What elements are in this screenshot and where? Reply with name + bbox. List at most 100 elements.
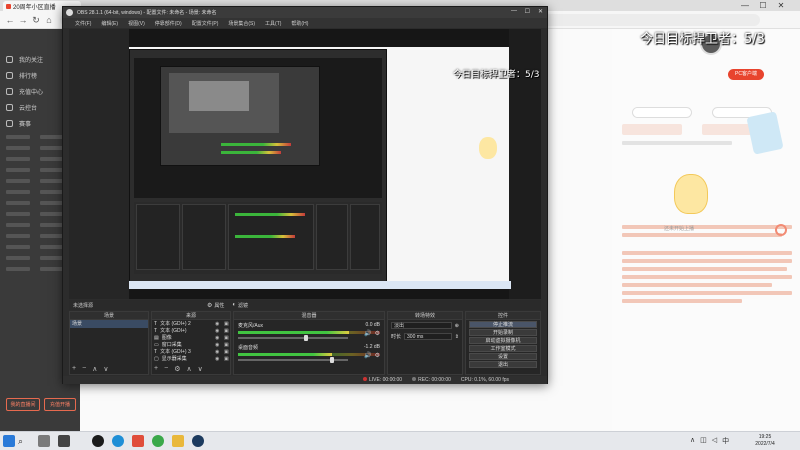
- my-room-button[interactable]: 我的直播间: [6, 398, 40, 411]
- menu-edit[interactable]: 编辑(E): [101, 20, 118, 27]
- eye-icon[interactable]: ◉: [215, 356, 221, 362]
- folder-icon[interactable]: [172, 435, 184, 447]
- mascot-label: 还未开始上播: [664, 226, 695, 232]
- search-icon[interactable]: ⌕: [18, 436, 28, 446]
- studio-mode-button[interactable]: 工作室模式: [469, 345, 537, 352]
- source-item[interactable]: ▤ 图像 ◉ ▣: [152, 334, 230, 342]
- source-item[interactable]: T 文本 (GDI+) 2 ◉ ▣: [152, 320, 230, 328]
- ime-icon[interactable]: 中: [722, 436, 729, 446]
- virtual-camera-button[interactable]: 启动虚拟摄像机: [469, 337, 537, 344]
- nested-preview-3: [189, 81, 249, 111]
- preview-taskbar: [129, 281, 511, 289]
- gear-icon[interactable]: ⚙: [375, 330, 380, 337]
- obs-preview-canvas[interactable]: 今日目标捍卫者：5/3: [69, 29, 541, 299]
- obs-taskbar-icon[interactable]: [92, 435, 104, 447]
- volume-slider[interactable]: [238, 357, 348, 363]
- mixer-dock-title: 混音器: [234, 312, 384, 320]
- text-source-icon: T: [154, 320, 158, 327]
- wechat-icon[interactable]: [152, 435, 164, 447]
- obs-close-button[interactable]: ✕: [538, 8, 543, 15]
- eye-icon[interactable]: ◉: [215, 342, 221, 348]
- source-item[interactable]: T 文本 (GDI+) 3 ◉ ▣: [152, 348, 230, 356]
- app-icon[interactable]: [132, 435, 144, 447]
- obs-minimize-button[interactable]: —: [511, 8, 517, 14]
- text-line: [622, 291, 792, 295]
- filters-button[interactable]: ◐ 滤镜: [232, 302, 248, 309]
- add-scene-icon[interactable]: +: [72, 365, 76, 373]
- pc-client-badge[interactable]: PC客户端: [728, 69, 764, 80]
- menu-tools[interactable]: 工具(T): [265, 20, 281, 27]
- lock-icon[interactable]: ▣: [224, 335, 230, 341]
- lock-icon[interactable]: ▣: [224, 356, 230, 362]
- volume-knob[interactable]: [304, 335, 309, 341]
- obs-menubar: 文件(F) 编辑(E) 视图(V) 停靠部件(D) 配置文件(P) 场景集合(S…: [63, 18, 547, 28]
- menu-help[interactable]: 帮助(H): [291, 20, 308, 27]
- menu-docks[interactable]: 停靠部件(D): [155, 20, 182, 27]
- source-item[interactable]: ▢ 显示器采集 ◉ ▣: [152, 355, 230, 363]
- settings-button[interactable]: 设置: [469, 353, 537, 360]
- menu-file[interactable]: 文件(F): [75, 20, 91, 27]
- source-settings-icon[interactable]: ⚙: [174, 365, 180, 373]
- windows-start-icon[interactable]: [3, 435, 15, 447]
- move-up-icon[interactable]: ∧: [186, 365, 191, 373]
- eye-icon[interactable]: ◉: [215, 349, 221, 355]
- move-down-icon[interactable]: ∨: [198, 365, 203, 373]
- obs-maximize-button[interactable]: ☐: [525, 8, 530, 15]
- eye-icon[interactable]: ◉: [215, 328, 221, 334]
- site-tab[interactable]: [622, 124, 682, 135]
- volume-knob[interactable]: [329, 357, 334, 363]
- eye-icon[interactable]: ◉: [215, 335, 221, 341]
- feature-pill[interactable]: [632, 107, 692, 118]
- volume-slider[interactable]: [238, 335, 348, 341]
- back-icon[interactable]: ←: [4, 14, 16, 26]
- gear-icon: ⚙: [207, 302, 213, 309]
- add-transition-icon[interactable]: ⊕: [455, 323, 459, 329]
- text-line: [622, 299, 742, 303]
- volume-icon[interactable]: ◁: [712, 436, 717, 446]
- source-item[interactable]: ▭ 窗口采集 ◉ ▣: [152, 341, 230, 349]
- refresh-icon[interactable]: ↻: [30, 14, 42, 26]
- remove-source-icon[interactable]: −: [164, 365, 168, 373]
- stop-streaming-button[interactable]: 停止推流: [469, 321, 537, 328]
- home-icon[interactable]: ⌂: [43, 14, 55, 26]
- steam-icon[interactable]: [192, 435, 204, 447]
- menu-profile[interactable]: 配置文件(P): [192, 20, 219, 27]
- start-recording-button[interactable]: 开始录制: [469, 329, 537, 336]
- lock-icon[interactable]: ▣: [224, 321, 230, 327]
- stepper-icon[interactable]: ⇕: [455, 334, 459, 340]
- duration-field[interactable]: 300 ms: [404, 333, 452, 340]
- scene-item[interactable]: 场景: [70, 320, 148, 328]
- source-item[interactable]: T 文本 (GDI+) ◉ ▣: [152, 327, 230, 335]
- gear-icon[interactable]: ⚙: [375, 352, 380, 359]
- task-view-icon[interactable]: [38, 435, 50, 447]
- browser-close-button[interactable]: ✕: [774, 1, 788, 10]
- exit-button[interactable]: 退出: [469, 361, 537, 368]
- lock-icon[interactable]: ▣: [224, 328, 230, 334]
- network-icon[interactable]: ◫: [700, 436, 707, 446]
- speaker-icon[interactable]: 🔊: [364, 330, 371, 337]
- browser-minimize-button[interactable]: —: [738, 1, 752, 10]
- nested-dock: [228, 204, 314, 270]
- move-down-icon[interactable]: ∨: [103, 365, 108, 373]
- menu-view[interactable]: 视图(V): [128, 20, 145, 27]
- chevron-up-icon[interactable]: ∧: [690, 436, 695, 446]
- speaker-icon[interactable]: 🔊: [364, 352, 371, 359]
- transition-select[interactable]: 淡出: [391, 322, 452, 329]
- nested-obs-2: [160, 66, 320, 166]
- add-source-icon[interactable]: +: [154, 365, 158, 373]
- widgets-icon[interactable]: [58, 435, 70, 447]
- nested-dock: [182, 204, 226, 270]
- move-up-icon[interactable]: ∧: [92, 365, 97, 373]
- live-dot-icon: [363, 377, 367, 381]
- remove-scene-icon[interactable]: −: [82, 365, 86, 373]
- system-clock[interactable]: 19:25 2022/7/4: [748, 434, 782, 448]
- start-stream-button[interactable]: 充值开播: [44, 398, 76, 411]
- lock-icon[interactable]: ▣: [224, 349, 230, 355]
- eye-icon[interactable]: ◉: [215, 321, 221, 327]
- edge-icon[interactable]: [112, 435, 124, 447]
- lock-icon[interactable]: ▣: [224, 342, 230, 348]
- forward-icon[interactable]: →: [17, 14, 29, 26]
- browser-maximize-button[interactable]: ☐: [756, 1, 770, 10]
- properties-button[interactable]: ⚙ 属性: [207, 302, 224, 309]
- menu-scene-collection[interactable]: 场景集合(S): [228, 20, 255, 27]
